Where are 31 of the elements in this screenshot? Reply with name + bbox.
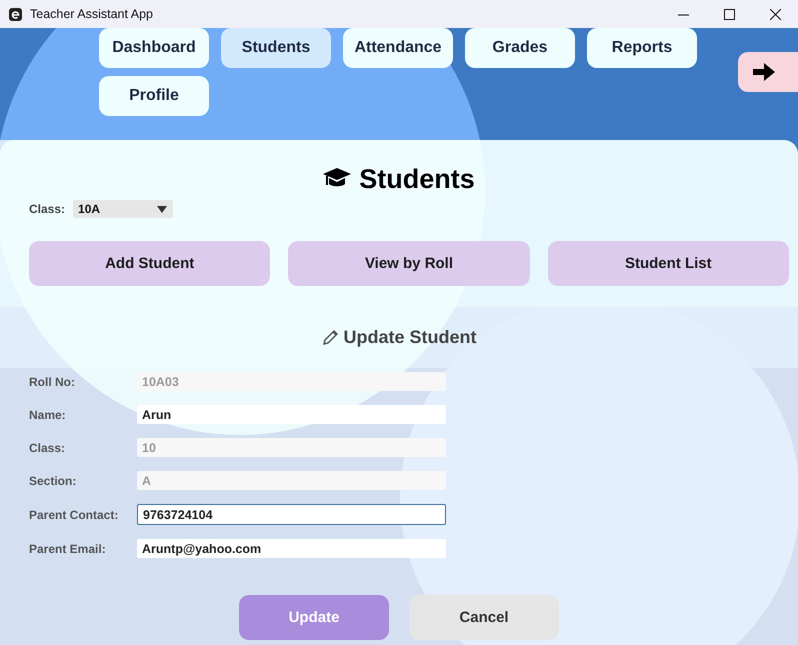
maximize-icon[interactable]	[724, 8, 734, 20]
field-label: Roll No:	[29, 374, 76, 388]
field-label: Parent Contact:	[29, 508, 120, 522]
nav-tab[interactable]: Students	[221, 28, 331, 68]
field-label: Parent Email:	[29, 542, 107, 556]
class-dropdown[interactable]: 10A	[73, 200, 174, 218]
field-label: Name:	[29, 408, 67, 422]
app-logo-icon	[9, 8, 22, 20]
window-title: Teacher Assistant App	[30, 7, 154, 21]
field-label: Section:	[29, 474, 78, 488]
field-label: Class:	[29, 440, 66, 454]
nav-tab[interactable]: Reports	[587, 28, 697, 68]
section-title: Update Student	[344, 327, 476, 348]
nav-tab[interactable]: Grades	[465, 28, 575, 68]
input-field[interactable]: Arun	[137, 405, 446, 424]
action-button[interactable]: View by Roll	[288, 241, 530, 286]
action-button[interactable]: Student List	[548, 241, 789, 286]
action-button[interactable]: Add Student	[29, 241, 270, 286]
cancel-button[interactable]: Cancel	[409, 595, 559, 640]
input-field[interactable]: 9763724104	[137, 504, 446, 525]
page-title: Students	[359, 164, 475, 194]
input-field[interactable]: Aruntp@yahoo.com	[137, 539, 446, 558]
nav-tab[interactable]: Attendance	[343, 28, 453, 68]
class-label: Class:	[29, 202, 66, 216]
pencil-icon	[322, 329, 338, 346]
close-icon[interactable]	[770, 8, 780, 20]
arrow-right-icon	[753, 63, 776, 81]
dropdown-arrow-icon	[157, 206, 168, 212]
nav-tab[interactable]: Profile	[99, 76, 209, 116]
next-button[interactable]	[738, 52, 798, 92]
nav-tab[interactable]: Dashboard	[99, 28, 209, 68]
